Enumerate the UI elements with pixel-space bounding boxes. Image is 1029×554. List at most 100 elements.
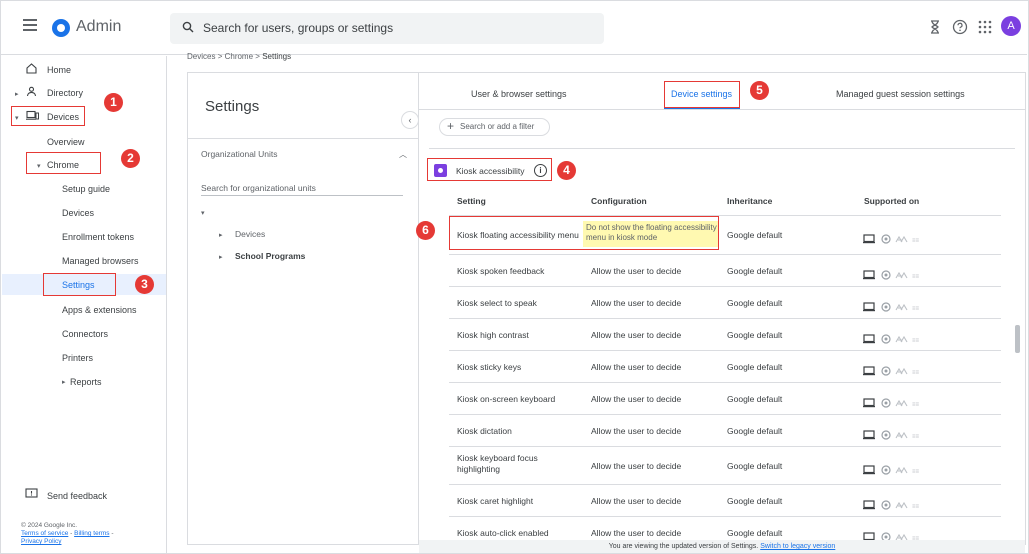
ou-school-caret-icon[interactable]: ▸ — [219, 253, 223, 261]
table-row[interactable]: Kiosk select to speak Allow the user to d… — [449, 286, 1001, 318]
filter-input[interactable]: + Search or add a filter — [439, 118, 550, 136]
privacy-link[interactable]: Privacy Policy — [21, 538, 61, 545]
annotation-badge-1: 1 — [104, 93, 123, 112]
banner-text: You are viewing the updated version of S… — [608, 543, 759, 550]
tab-user-browser-settings[interactable]: User & browser settings — [471, 89, 567, 99]
menu-icon[interactable] — [23, 19, 39, 33]
table-row[interactable]: Kiosk spoken feedback Allow the user to d… — [449, 254, 1001, 286]
nav-connectors[interactable]: Connectors — [62, 329, 108, 339]
apps-grid-icon[interactable] — [976, 18, 994, 36]
setting-name[interactable]: Kiosk auto-click enabled — [457, 528, 583, 539]
breadcrumb-settings: Settings — [262, 52, 292, 61]
svg-text:≡≡: ≡≡ — [912, 238, 920, 244]
plus-icon: + — [447, 119, 455, 133]
copyright-text: © 2024 Google Inc. — [21, 522, 78, 529]
reports-caret-icon[interactable]: ▸ — [62, 378, 66, 386]
svg-text:≡≡: ≡≡ — [912, 306, 920, 312]
collapse-panel-button[interactable]: ‹ — [401, 111, 419, 129]
inheritance-value: Google default — [727, 425, 783, 436]
terms-link[interactable]: Terms of service — [21, 530, 68, 537]
feedback-icon — [25, 488, 38, 498]
app-title: Admin — [76, 18, 122, 35]
nav-overview[interactable]: Overview — [47, 137, 85, 147]
configuration-value[interactable]: Allow the user to decide — [591, 394, 681, 405]
setting-name[interactable]: Kiosk keyboard focus highlighting — [457, 453, 562, 475]
breadcrumb-separator: > — [217, 52, 225, 61]
tab-managed-guest-session[interactable]: Managed guest session settings — [836, 89, 965, 99]
configuration-value[interactable]: Allow the user to decide — [591, 461, 681, 472]
inheritance-value: Google default — [727, 329, 783, 340]
nav-printers[interactable]: Printers — [62, 353, 93, 363]
ou-collapse-icon[interactable]: ︿ — [399, 149, 407, 160]
ou-school-programs[interactable]: School Programs — [235, 251, 305, 261]
home-icon — [26, 63, 37, 74]
table-row[interactable]: Kiosk caret highlight Allow the user to d… — [449, 484, 1001, 516]
annotation-box-settings — [43, 273, 116, 296]
settings-content: User & browser settings Device settings … — [418, 72, 1026, 545]
nav-reports[interactable]: Reports — [70, 377, 102, 387]
ou-root-caret-icon[interactable]: ▾ — [201, 209, 205, 217]
filter-placeholder: Search or add a filter — [460, 122, 535, 131]
switch-legacy-link[interactable]: Switch to legacy version — [760, 543, 835, 550]
annotation-badge-4: 4 — [557, 161, 576, 180]
col-supported-on: Supported on — [864, 196, 920, 206]
setting-name[interactable]: Kiosk dictation — [457, 426, 583, 437]
scrollbar-thumb[interactable] — [1015, 325, 1020, 353]
configuration-value[interactable]: Allow the user to decide — [591, 426, 681, 437]
nav-setup-guide[interactable]: Setup guide — [62, 184, 110, 194]
inheritance-value: Google default — [727, 297, 783, 308]
setting-name[interactable]: Kiosk sticky keys — [457, 362, 583, 373]
send-feedback-link[interactable]: Send feedback — [47, 491, 107, 501]
configuration-value[interactable]: Allow the user to decide — [591, 298, 681, 309]
directory-caret-icon[interactable]: ▸ — [15, 90, 19, 98]
avatar[interactable]: A — [1001, 16, 1021, 36]
configuration-value[interactable]: Allow the user to decide — [591, 266, 681, 277]
nav-enrollment-tokens[interactable]: Enrollment tokens — [62, 232, 134, 242]
setting-name[interactable]: Kiosk spoken feedback — [457, 266, 583, 277]
configuration-value[interactable]: Allow the user to decide — [591, 362, 681, 373]
ou-search-input[interactable] — [201, 180, 403, 196]
top-bar: Admin A — [1, 1, 1027, 55]
annotation-badge-2: 2 — [121, 149, 140, 168]
nav-apps-extensions[interactable]: Apps & extensions — [62, 305, 137, 315]
annotation-badge-5: 5 — [750, 81, 769, 100]
col-inheritance: Inheritance — [727, 196, 773, 206]
table-row[interactable]: Kiosk dictation Allow the user to decide G… — [449, 414, 1001, 446]
svg-text:≡≡: ≡≡ — [912, 469, 920, 475]
ou-devices[interactable]: Devices — [235, 229, 265, 239]
hourglass-icon[interactable] — [926, 18, 944, 36]
setting-name[interactable]: Kiosk caret highlight — [457, 496, 583, 507]
table-row[interactable]: Kiosk high contrast Allow the user to dec… — [449, 318, 1001, 350]
table-row[interactable]: Kiosk sticky keys Allow the user to decid… — [449, 350, 1001, 382]
search-input[interactable] — [203, 18, 593, 38]
table-row[interactable]: Kiosk on-screen keyboard Allow the user t… — [449, 382, 1001, 414]
inheritance-value: Google default — [727, 265, 783, 276]
nav-directory[interactable]: Directory — [47, 88, 83, 98]
annotation-box-chrome — [26, 152, 101, 174]
supported-platforms-icons: ≡≡ — [863, 529, 933, 542]
configuration-value[interactable]: Allow the user to decide — [591, 528, 681, 539]
billing-link[interactable]: Billing terms — [74, 530, 109, 537]
nav-home[interactable]: Home — [47, 65, 71, 75]
supported-platforms-icons: ≡≡ — [863, 331, 933, 344]
tabs-divider — [419, 109, 1025, 110]
nav-managed-browsers[interactable]: Managed browsers — [62, 256, 139, 266]
global-search[interactable] — [170, 13, 604, 44]
annotation-badge-3: 3 — [135, 275, 154, 294]
inheritance-value: Google default — [727, 460, 783, 471]
search-icon — [182, 21, 194, 33]
ou-devices-caret-icon[interactable]: ▸ — [219, 231, 223, 239]
configuration-value[interactable]: Allow the user to decide — [591, 330, 681, 341]
breadcrumb-chrome[interactable]: Chrome — [225, 52, 253, 61]
setting-name[interactable]: Kiosk high contrast — [457, 330, 583, 341]
annotation-badge-6: 6 — [416, 221, 435, 240]
setting-name[interactable]: Kiosk select to speak — [457, 298, 583, 309]
svg-text:≡≡: ≡≡ — [912, 504, 920, 510]
configuration-value[interactable]: Allow the user to decide — [591, 496, 681, 507]
supported-platforms-icons: ≡≡ — [863, 395, 933, 408]
nav-devices-sub[interactable]: Devices — [62, 208, 94, 218]
table-row[interactable]: Kiosk keyboard focus highlighting Allow t… — [449, 446, 1001, 484]
setting-name[interactable]: Kiosk on-screen keyboard — [457, 394, 583, 405]
help-icon[interactable] — [951, 18, 969, 36]
breadcrumb-devices[interactable]: Devices — [187, 52, 215, 61]
